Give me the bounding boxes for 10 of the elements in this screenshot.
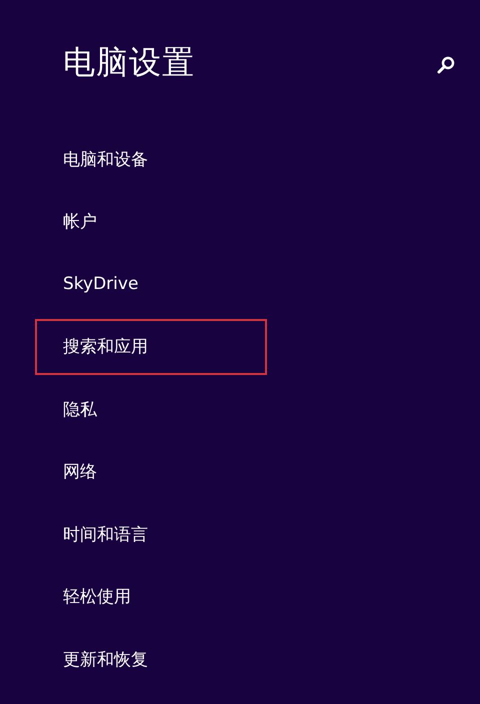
settings-item[interactable]: 电脑和设备 [35,131,267,187]
settings-item[interactable]: 搜索和应用 [35,318,267,374]
page-title: 电脑设置 [63,42,195,82]
settings-item[interactable]: 更新和恢复 [35,631,267,687]
settings-item[interactable]: 轻松使用 [35,568,267,624]
settings-item[interactable]: SkyDrive [35,256,267,312]
settings-item[interactable]: 帐户 [35,194,267,250]
settings-item[interactable]: 网络 [35,444,267,500]
settings-item[interactable]: 时间和语言 [35,506,267,562]
settings-item[interactable]: 隐私 [35,381,267,437]
